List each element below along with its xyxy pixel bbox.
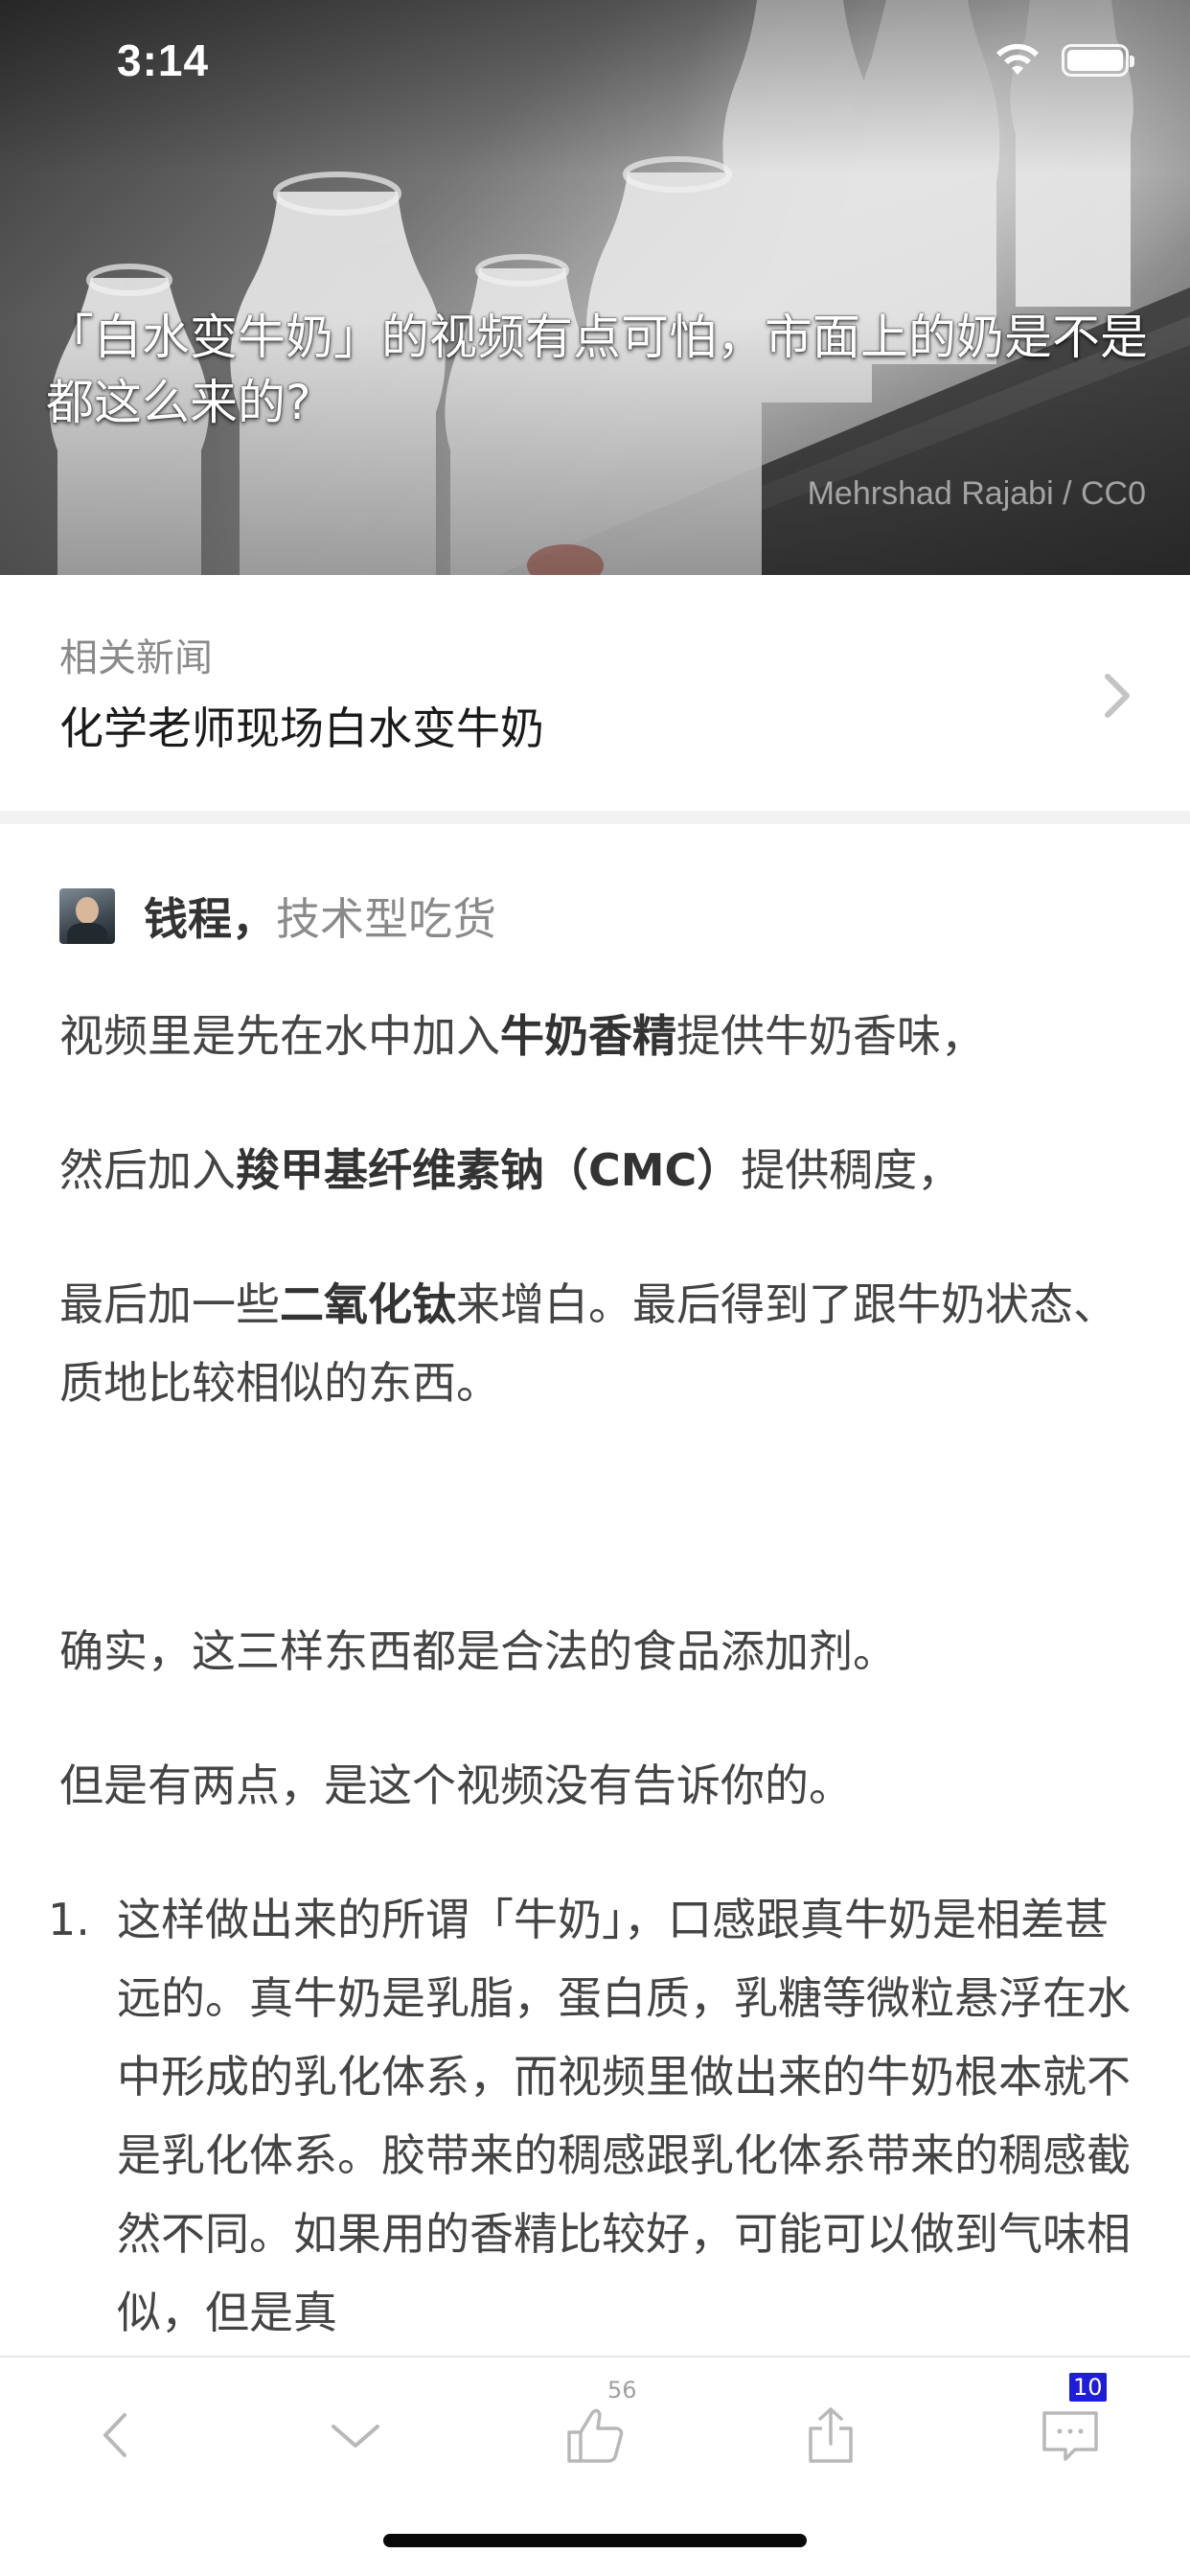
thumbs-up-icon	[567, 2408, 624, 2463]
section-divider	[0, 811, 1190, 824]
chevron-left-icon	[103, 2413, 126, 2457]
next-answer-button[interactable]	[312, 2392, 399, 2478]
avatar[interactable]	[59, 888, 115, 944]
comment-count-badge: 10	[1069, 2373, 1107, 2402]
chevron-down-icon	[332, 2425, 379, 2448]
like-button[interactable]	[552, 2392, 638, 2478]
wifi-icon	[996, 44, 1039, 75]
share-button[interactable]	[788, 2392, 874, 2478]
hero-banner: 3:14 「白水变牛奶」的视频有点可怕，市面上的奶是不是都这么来的? Mehrs…	[0, 0, 1190, 575]
paragraph: 确实，这三样东西都是合法的食品添加剂。	[59, 1625, 897, 1677]
status-icons	[995, 44, 1134, 77]
related-news-title[interactable]: 化学老师现场白水变牛奶	[59, 694, 544, 757]
chevron-right-icon	[1105, 674, 1130, 718]
status-time: 3:14	[117, 35, 210, 85]
list-item: 1. 这样做出来的所谓「牛奶」，口感跟真牛奶是相差甚远的。真牛奶是乳脂，蛋白质，…	[48, 1880, 1142, 2352]
related-news-card[interactable]: 相关新闻 化学老师现场白水变牛奶	[0, 575, 1190, 811]
paragraph: 最后加一些二氧化钛来增白。最后得到了跟牛奶状态、质地比较相似的东西。	[59, 1278, 1117, 1409]
photo-credit: Mehrshad Rajabi / CC0	[807, 475, 1146, 512]
paragraph: 但是有两点，是这个视频没有告诉你的。	[59, 1760, 853, 1811]
article-title: 「白水变牛奶」的视频有点可怕，市面上的奶是不是都这么来的?	[46, 310, 1148, 430]
paragraph: 视频里是先在水中加入牛奶香精提供牛奶香味，	[59, 1010, 985, 1062]
author-row[interactable]: 钱程， 技术型吃货	[59, 887, 496, 945]
comment-button[interactable]	[1027, 2392, 1113, 2478]
list-number: 1.	[48, 1894, 90, 1945]
author-name[interactable]: 钱程，	[144, 885, 276, 948]
share-icon	[809, 2407, 853, 2463]
comment-icon	[1042, 2411, 1098, 2461]
answer-content: 视频里是先在水中加入牛奶香精提供牛奶香味， 然后加入羧甲基纤维素钠（CMC）提供…	[48, 997, 1142, 2352]
numbered-list: 1. 这样做出来的所谓「牛奶」，口感跟真牛奶是相差甚远的。真牛奶是乳脂，蛋白质，…	[48, 1880, 1142, 2352]
paragraph: 然后加入羧甲基纤维素钠（CMC）提供稠度，	[59, 1144, 962, 1196]
back-button[interactable]	[73, 2392, 159, 2478]
like-count: 56	[607, 2377, 637, 2404]
author-bio: 技术型吃货	[276, 893, 496, 945]
list-item-text: 这样做出来的所谓「牛奶」，口感跟真牛奶是相差甚远的。真牛奶是乳脂，蛋白质，乳糖等…	[117, 1894, 1131, 2338]
battery-icon	[1062, 44, 1134, 77]
related-news-label: 相关新闻	[59, 636, 213, 680]
home-indicator[interactable]	[383, 2534, 807, 2547]
